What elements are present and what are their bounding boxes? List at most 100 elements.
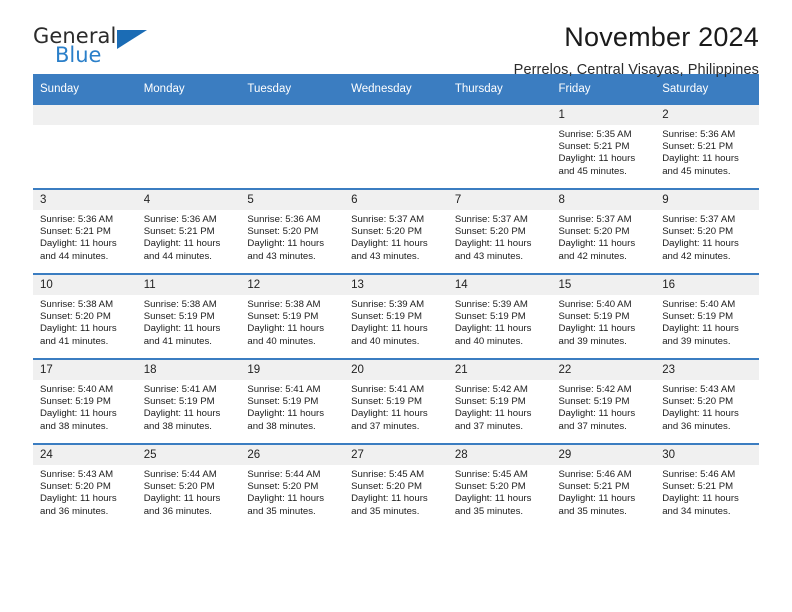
calendar-day-cell[interactable]: 20 Sunrise: 5:41 AM Sunset: 5:19 PM Dayligh… <box>344 358 448 444</box>
day-number: 22 <box>551 360 656 380</box>
calendar-day-cell[interactable]: 16 Sunrise: 5:40 AM Sunset: 5:19 PM Dayligh… <box>655 273 759 359</box>
calendar-cell-empty <box>33 103 137 189</box>
day-details: Sunrise: 5:41 AM Sunset: 5:19 PM Daylight:… <box>137 380 241 433</box>
calendar-day-cell[interactable]: 18 Sunrise: 5:41 AM Sunset: 5:19 PM Dayligh… <box>136 358 241 444</box>
day-number: 15 <box>551 275 656 295</box>
calendar-day-cell[interactable]: 4 Sunrise: 5:36 AM Sunset: 5:21 PM Daylight… <box>136 188 241 274</box>
calendar-day-cell[interactable]: 11 Sunrise: 5:38 AM Sunset: 5:19 PM Dayligh… <box>136 273 241 359</box>
day-number: 13 <box>344 275 448 295</box>
sunrise-text: Sunrise: 5:41 AM <box>351 384 425 395</box>
sunset-text: Sunset: 5:19 PM <box>662 311 734 323</box>
daylight-text: Daylight: 11 hours and 36 minutes. <box>40 493 117 517</box>
day-number: 4 <box>136 190 241 210</box>
sunset-text: Sunset: 5:20 PM <box>351 226 423 238</box>
daylight-text: Daylight: 11 hours and 43 minutes. <box>351 238 428 262</box>
day-details: Sunrise: 5:37 AM Sunset: 5:20 PM Daylight:… <box>655 210 759 263</box>
calendar-day-cell[interactable]: 2 Sunrise: 5:36 AM Sunset: 5:21 PM Daylight… <box>655 103 759 189</box>
calendar-day-cell[interactable]: 26 Sunrise: 5:44 AM Sunset: 5:20 PM Dayligh… <box>240 443 345 528</box>
day-details: Sunrise: 5:40 AM Sunset: 5:19 PM Daylight:… <box>655 295 759 348</box>
sunrise-text: Sunrise: 5:40 AM <box>40 384 114 395</box>
daylight-text: Daylight: 11 hours and 44 minutes. <box>40 238 117 262</box>
calendar-week-row: 24 Sunrise: 5:43 AM Sunset: 5:20 PM Dayligh… <box>33 443 759 528</box>
daylight-text: Daylight: 11 hours and 44 minutes. <box>143 238 221 262</box>
day-number: 26 <box>240 445 345 465</box>
weekday-header-monday: Monday <box>136 74 241 104</box>
calendar-day-cell[interactable]: 24 Sunrise: 5:43 AM Sunset: 5:20 PM Dayligh… <box>33 443 137 528</box>
calendar-day-cell[interactable]: 12 Sunrise: 5:38 AM Sunset: 5:19 PM Dayligh… <box>240 273 345 359</box>
calendar-day-cell[interactable]: 15 Sunrise: 5:40 AM Sunset: 5:19 PM Dayligh… <box>551 273 656 359</box>
sunset-text: Sunset: 5:21 PM <box>558 481 630 493</box>
sunset-text: Sunset: 5:20 PM <box>662 396 734 408</box>
daylight-text: Daylight: 11 hours and 35 minutes. <box>454 493 532 517</box>
calendar-day-cell[interactable]: 7 Sunrise: 5:37 AM Sunset: 5:20 PM Daylight… <box>447 188 552 274</box>
day-number: 25 <box>136 445 241 465</box>
calendar-day-cell[interactable]: 17 Sunrise: 5:40 AM Sunset: 5:19 PM Dayligh… <box>33 358 137 444</box>
calendar-week-row: 17 Sunrise: 5:40 AM Sunset: 5:19 PM Dayligh… <box>33 358 759 444</box>
calendar-day-cell[interactable]: 27 Sunrise: 5:45 AM Sunset: 5:20 PM Dayligh… <box>344 443 448 528</box>
calendar-day-cell[interactable]: 8 Sunrise: 5:37 AM Sunset: 5:20 PM Daylight… <box>551 188 656 274</box>
weekday-header-sunday: Sunday <box>33 74 137 104</box>
sunset-text: Sunset: 5:19 PM <box>40 396 111 408</box>
daylight-text: Daylight: 11 hours and 35 minutes. <box>558 493 636 517</box>
title-block: November 2024 Perrelos, Central Visayas,… <box>514 0 759 78</box>
day-number: 8 <box>551 190 656 210</box>
calendar-day-cell[interactable]: 22 Sunrise: 5:42 AM Sunset: 5:19 PM Dayligh… <box>551 358 656 444</box>
calendar-day-cell[interactable]: 29 Sunrise: 5:46 AM Sunset: 5:21 PM Dayligh… <box>551 443 656 528</box>
page-title: November 2024 <box>564 22 759 52</box>
daylight-text: Daylight: 11 hours and 39 minutes. <box>558 323 636 347</box>
calendar-day-cell[interactable]: 13 Sunrise: 5:39 AM Sunset: 5:19 PM Dayligh… <box>344 273 448 359</box>
daylight-text: Daylight: 11 hours and 41 minutes. <box>143 323 221 347</box>
calendar-day-cell[interactable]: 23 Sunrise: 5:43 AM Sunset: 5:20 PM Dayligh… <box>655 358 759 444</box>
calendar-day-cell[interactable]: 10 Sunrise: 5:38 AM Sunset: 5:20 PM Dayligh… <box>33 273 137 359</box>
sunrise-text: Sunrise: 5:46 AM <box>558 469 632 480</box>
sunrise-text: Sunrise: 5:44 AM <box>247 469 321 480</box>
day-number: 21 <box>447 360 552 380</box>
sunset-text: Sunset: 5:20 PM <box>247 481 319 493</box>
sunrise-text: Sunrise: 5:35 AM <box>558 129 632 140</box>
day-number: 19 <box>240 360 345 380</box>
day-number: 17 <box>33 360 137 380</box>
calendar-day-cell[interactable]: 28 Sunrise: 5:45 AM Sunset: 5:20 PM Dayligh… <box>447 443 552 528</box>
calendar-day-cell[interactable]: 30 Sunrise: 5:46 AM Sunset: 5:21 PM Dayligh… <box>655 443 759 528</box>
sunrise-text: Sunrise: 5:45 AM <box>351 469 425 480</box>
daylight-text: Daylight: 11 hours and 43 minutes. <box>247 238 325 262</box>
calendar-day-cell[interactable]: 5 Sunrise: 5:36 AM Sunset: 5:20 PM Daylight… <box>240 188 345 274</box>
day-number: 6 <box>344 190 448 210</box>
sunrise-text: Sunrise: 5:39 AM <box>454 299 528 310</box>
daylight-text: Daylight: 11 hours and 40 minutes. <box>454 323 532 347</box>
calendar-table: Sunday Monday Tuesday Wednesday Thursday… <box>33 74 759 528</box>
day-number: 12 <box>240 275 345 295</box>
day-details: Sunrise: 5:46 AM Sunset: 5:21 PM Daylight:… <box>552 465 656 518</box>
brand-logo[interactable]: General Blue <box>33 26 153 72</box>
calendar-day-cell[interactable]: 21 Sunrise: 5:42 AM Sunset: 5:19 PM Dayligh… <box>447 358 552 444</box>
calendar-day-cell[interactable]: 9 Sunrise: 5:37 AM Sunset: 5:20 PM Daylight… <box>655 188 759 274</box>
calendar-day-cell[interactable]: 25 Sunrise: 5:44 AM Sunset: 5:20 PM Dayligh… <box>136 443 241 528</box>
sunset-text: Sunset: 5:19 PM <box>454 396 526 408</box>
day-number: 9 <box>655 190 759 210</box>
sunset-text: Sunset: 5:21 PM <box>558 141 630 153</box>
calendar-day-cell[interactable]: 3 Sunrise: 5:36 AM Sunset: 5:21 PM Daylight… <box>33 188 137 274</box>
sunrise-text: Sunrise: 5:39 AM <box>351 299 425 310</box>
weekday-header-friday: Friday <box>551 74 656 104</box>
day-details: Sunrise: 5:42 AM Sunset: 5:19 PM Daylight:… <box>552 380 656 433</box>
day-details: Sunrise: 5:36 AM Sunset: 5:21 PM Daylight:… <box>655 125 759 178</box>
day-details: Sunrise: 5:44 AM Sunset: 5:20 PM Daylight:… <box>240 465 344 518</box>
day-details: Sunrise: 5:35 AM Sunset: 5:21 PM Daylight:… <box>552 125 656 178</box>
calendar-day-cell[interactable]: 19 Sunrise: 5:41 AM Sunset: 5:19 PM Dayligh… <box>240 358 345 444</box>
sunrise-text: Sunrise: 5:38 AM <box>143 299 217 310</box>
calendar-day-cell[interactable]: 1 Sunrise: 5:35 AM Sunset: 5:21 PM Daylight… <box>551 103 656 189</box>
calendar-day-cell[interactable]: 14 Sunrise: 5:39 AM Sunset: 5:19 PM Dayligh… <box>447 273 552 359</box>
calendar-page: General Blue November 2024 Perrelos, Cen… <box>0 0 792 612</box>
sunset-text: Sunset: 5:20 PM <box>454 481 526 493</box>
day-number <box>136 105 241 125</box>
daylight-text: Daylight: 11 hours and 37 minutes. <box>454 408 532 432</box>
calendar-day-cell[interactable]: 6 Sunrise: 5:37 AM Sunset: 5:20 PM Daylight… <box>344 188 448 274</box>
weekday-header-saturday: Saturday <box>655 74 759 104</box>
day-details: Sunrise: 5:36 AM Sunset: 5:21 PM Daylight:… <box>33 210 137 263</box>
weekday-header-tuesday: Tuesday <box>240 74 345 104</box>
day-details: Sunrise: 5:39 AM Sunset: 5:19 PM Daylight:… <box>344 295 448 348</box>
daylight-text: Daylight: 11 hours and 38 minutes. <box>247 408 325 432</box>
daylight-text: Daylight: 11 hours and 38 minutes. <box>40 408 117 432</box>
sunset-text: Sunset: 5:20 PM <box>143 481 215 493</box>
daylight-text: Daylight: 11 hours and 35 minutes. <box>351 493 428 517</box>
